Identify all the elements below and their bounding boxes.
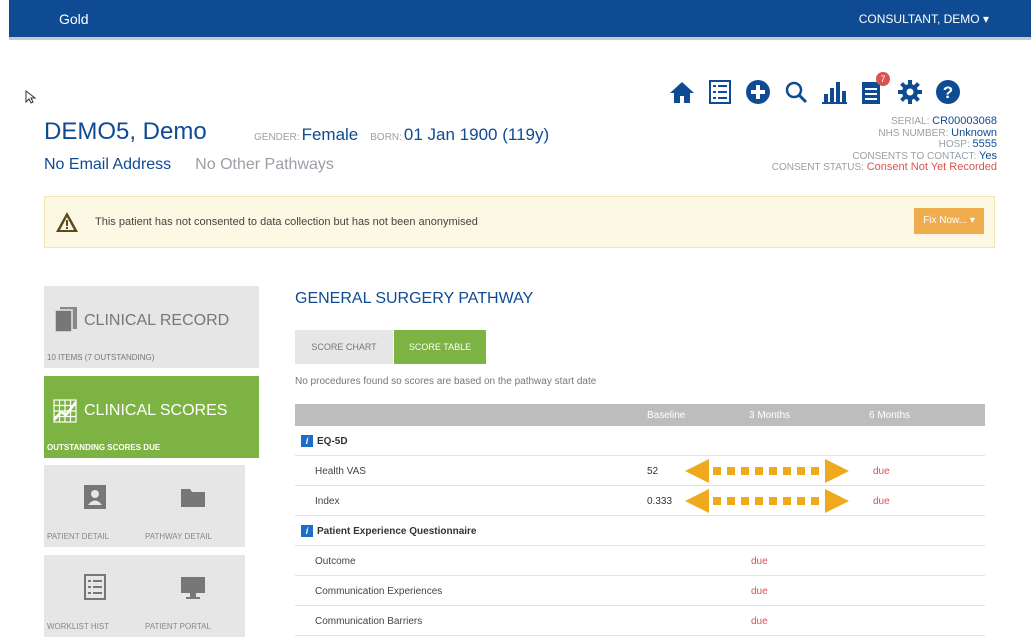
clinical-record-tile[interactable]: CLINICAL RECORD 10 ITEMS (7 OUTSTANDING)	[44, 286, 259, 368]
notes-badge: 7	[876, 72, 890, 86]
brand-label[interactable]: Gold	[59, 11, 89, 27]
clinical-scores-tile[interactable]: CLINICAL SCORES OUTSTANDING SCORES DUE	[44, 376, 259, 458]
consent-status-value[interactable]: Consent Not Yet Recorded	[867, 161, 997, 173]
born-label: BORN:	[370, 132, 402, 143]
3-month-value[interactable]: due	[751, 586, 768, 597]
row-label: Outcome	[315, 556, 356, 567]
worklist-hist-tile[interactable]: WORKLIST HIST	[44, 555, 147, 637]
clinical-record-sub: 10 ITEMS (7 OUTSTANDING)	[47, 353, 155, 362]
row-label: Index	[315, 496, 340, 507]
clinical-scores-title: CLINICAL SCORES	[84, 402, 228, 419]
3-month-value[interactable]: due	[751, 556, 768, 567]
tab-score-table[interactable]: SCORE TABLE	[394, 330, 486, 364]
home-icon[interactable]	[668, 78, 696, 106]
table-row: Communication Barriers due	[295, 606, 985, 636]
pathway-detail-tile[interactable]: PATHWAY DETAIL	[142, 465, 245, 547]
col-6-months: 6 Months	[869, 410, 911, 421]
user-menu[interactable]: CONSULTANT, DEMO ▾	[859, 12, 989, 26]
double-arrow-annotation	[685, 489, 849, 513]
table-row: Outcome due	[295, 546, 985, 576]
3-month-value[interactable]: due	[751, 616, 768, 627]
serial-label: SERIAL:	[891, 116, 930, 127]
col-baseline: Baseline	[647, 410, 686, 421]
consent-status-label: CONSENT STATUS:	[771, 162, 864, 173]
score-table-header: Baseline 3 Months 6 Months	[295, 404, 985, 426]
info-icon[interactable]: i	[301, 525, 313, 537]
consent-contact-label: CONSENTS TO CONTACT:	[852, 150, 977, 162]
pathway-note: No procedures found so scores are based …	[295, 376, 597, 387]
6-month-value[interactable]: due	[873, 496, 890, 507]
clinical-scores-sub: OUTSTANDING SCORES DUE	[47, 443, 161, 452]
nhs-label: NHS NUMBER:	[878, 127, 949, 139]
group-row: i Patient Experience Questionnaire	[295, 516, 985, 546]
patient-meta: GENDER: Female BORN: 01 Jan 1900 (119y)	[254, 125, 549, 145]
worklist-hist-label: WORKLIST HIST	[47, 622, 110, 631]
id-card-icon	[84, 485, 106, 509]
row-label: Communication Barriers	[315, 616, 423, 627]
table-row: Health VAS 52 due	[295, 456, 985, 486]
alert-message: This patient has not consented to data c…	[95, 216, 478, 228]
pathway-detail-label: PATHWAY DETAIL	[145, 532, 212, 541]
warning-icon	[56, 212, 78, 232]
baseline-value: 52	[647, 466, 659, 477]
group-label: Patient Experience Questionnaire	[317, 526, 477, 537]
nhs-value: Unknown	[951, 126, 997, 139]
monitor-icon	[181, 577, 205, 599]
patient-portal-tile[interactable]: PATIENT PORTAL	[142, 555, 245, 637]
mouse-cursor-icon	[25, 90, 37, 104]
consent-alert: This patient has not consented to data c…	[44, 196, 995, 248]
toolbar-icons: 7 ?	[668, 72, 962, 108]
top-navbar: Gold CONSULTANT, DEMO ▾	[9, 0, 1031, 40]
gear-icon[interactable]	[896, 78, 924, 106]
pathway-title: GENERAL SURGERY PATHWAY	[295, 290, 534, 307]
serial-value: CR00003068	[932, 115, 997, 127]
baseline-value: 0.333	[647, 496, 673, 507]
patient-portal-label: PATIENT PORTAL	[145, 622, 211, 631]
gender-value: Female	[301, 125, 359, 144]
help-icon[interactable]: ?	[934, 78, 962, 106]
gender-label: GENDER:	[254, 132, 300, 143]
consent-contact-value: Yes	[979, 149, 997, 162]
group-row: i EQ-5D	[295, 426, 985, 456]
table-row: Communication Experiences due	[295, 576, 985, 606]
other-pathways: No Other Pathways	[195, 156, 334, 173]
col-3-months: 3 Months	[749, 410, 791, 421]
clinical-record-title: CLINICAL RECORD	[84, 312, 230, 329]
hosp-value: 5555	[972, 138, 997, 150]
patient-name: DEMO5, Demo	[44, 118, 207, 145]
add-circle-icon[interactable]	[744, 78, 772, 106]
list-icon[interactable]	[706, 78, 734, 106]
bar-chart-icon[interactable]	[820, 78, 848, 106]
list-icon	[84, 574, 106, 600]
born-value: 01 Jan 1900 (119y)	[403, 125, 550, 144]
info-icon[interactable]: i	[301, 435, 313, 447]
row-label: Communication Experiences	[315, 586, 443, 597]
double-arrow-annotation	[685, 459, 849, 483]
notes-icon[interactable]: 7	[858, 72, 890, 106]
folder-icon	[181, 489, 205, 507]
table-row: Index 0.333 due	[295, 486, 985, 516]
row-label: Health VAS	[315, 466, 366, 477]
svg-text:?: ?	[943, 83, 953, 102]
group-label: EQ-5D	[317, 436, 348, 447]
email-link[interactable]: No Email Address	[44, 156, 171, 173]
search-icon[interactable]	[782, 78, 810, 106]
patient-detail-label: PATIENT DETAIL	[47, 532, 110, 541]
patient-detail-tile[interactable]: PATIENT DETAIL	[44, 465, 147, 547]
hosp-label: HOSP:	[938, 139, 970, 150]
patient-subline: No Email Address No Other Pathways	[44, 156, 334, 174]
grid-chart-icon	[53, 399, 77, 423]
patient-identifiers: SERIAL: CR00003068 NHS NUMBER: Unknown H…	[771, 115, 997, 174]
6-month-value[interactable]: due	[873, 466, 890, 477]
tab-score-chart[interactable]: SCORE CHART	[295, 330, 393, 364]
fix-now-button[interactable]: Fix Now... ▾	[914, 208, 984, 234]
documents-icon	[54, 307, 77, 332]
